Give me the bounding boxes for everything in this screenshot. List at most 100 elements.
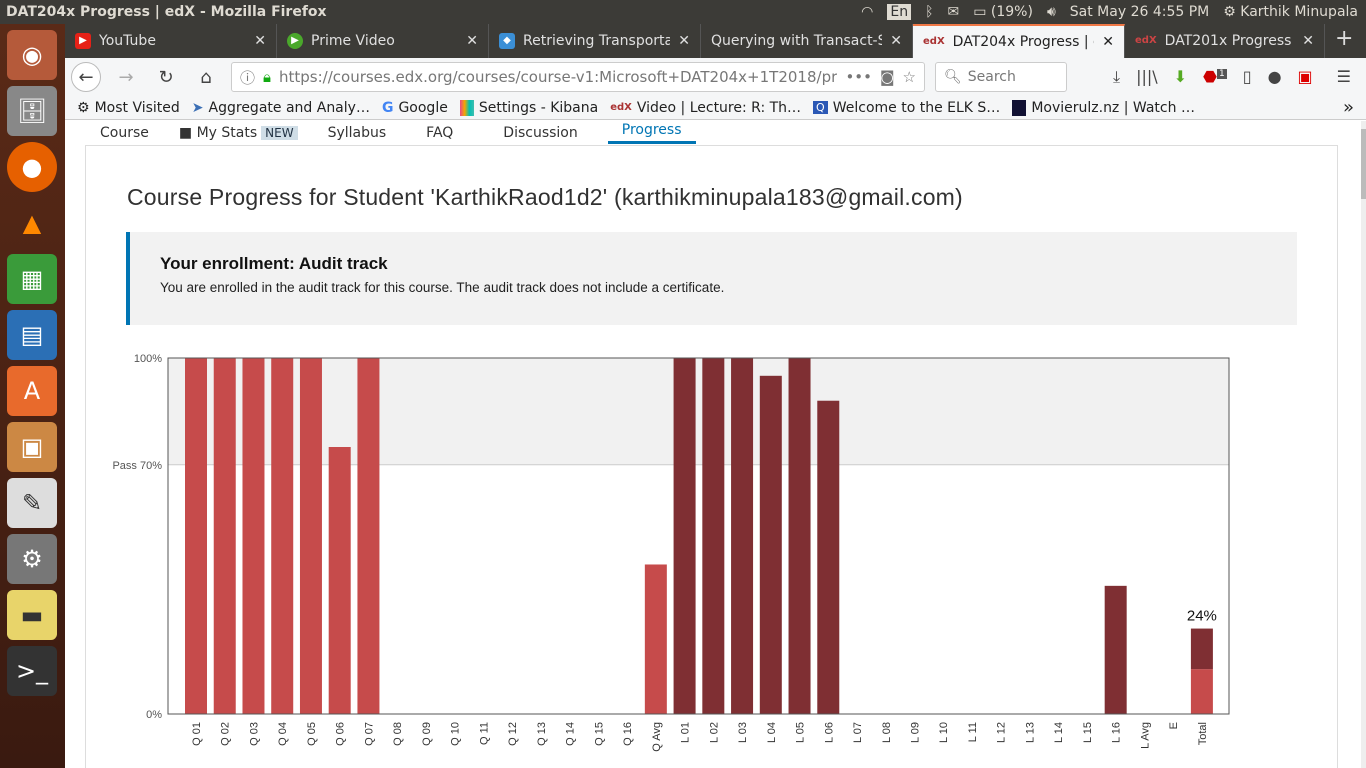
tab-dat204x[interactable]: edX DAT204x Progress | ed ✕	[913, 24, 1125, 58]
library-icon[interactable]: |||\	[1136, 67, 1158, 87]
x-tick-label: Q 09	[421, 722, 433, 746]
info-icon[interactable]: ⓘ	[240, 67, 255, 88]
bar	[817, 400, 840, 714]
url-text[interactable]: https://courses.edx.org/courses/course-v…	[279, 68, 837, 86]
bookmark-video-lecture[interactable]: edX Video | Lecture: R: Th…	[610, 100, 801, 116]
notes-icon[interactable]: ▬	[7, 590, 57, 640]
mail-icon[interactable]: ✉	[947, 4, 959, 20]
nav-my-stats[interactable]: ■ My Stats NEW	[179, 125, 298, 142]
bar	[213, 358, 236, 714]
download-icon[interactable]: ⤓	[1113, 67, 1120, 87]
x-tick-label: Q 07	[363, 722, 375, 746]
files-icon[interactable]: 🗄︎	[7, 86, 57, 136]
text-editor-icon[interactable]: ✎	[7, 478, 57, 528]
tab-label: YouTube	[99, 33, 156, 49]
close-tab-icon[interactable]: ✕	[678, 33, 690, 49]
forward-button[interactable]: →	[111, 62, 141, 92]
close-tab-icon[interactable]: ✕	[1102, 34, 1114, 50]
tab-prime-video[interactable]: ▶ Prime Video ✕	[277, 24, 489, 58]
close-tab-icon[interactable]: ✕	[890, 33, 902, 49]
google-icon: G	[381, 99, 394, 116]
x-tick-label: Q 08	[392, 722, 404, 746]
bookmark-label: Aggregate and Analy…	[208, 99, 370, 116]
firefox-icon[interactable]: ●	[7, 142, 57, 192]
x-tick-label: L Avg	[1139, 722, 1151, 749]
grade-chart: 0% Pass 70% 100% Q 01 Q 02 Q 03 Q 04 Q 05 Q 06 Q …	[112, 353, 1230, 752]
x-tick-label: Q 14	[565, 722, 577, 746]
page-actions-icon[interactable]: •••	[845, 68, 872, 86]
bookmark-elk[interactable]: Q Welcome to the ELK S…	[813, 100, 1000, 116]
impress-icon[interactable]: ▤	[7, 310, 57, 360]
scrollbar[interactable]	[1361, 121, 1366, 768]
nav-discussion[interactable]: Discussion	[503, 125, 577, 142]
terminal-icon[interactable]: >_	[7, 646, 57, 696]
url-bar[interactable]: ⓘ 🔒︎ https://courses.edx.org/courses/cou…	[231, 62, 925, 92]
volume-icon[interactable]: 🔊︎	[1047, 4, 1056, 20]
bookmark-google[interactable]: G Google	[382, 100, 448, 116]
nav-label: My Stats	[196, 124, 258, 141]
nav-course[interactable]: Course	[100, 125, 149, 142]
settings-icon[interactable]: ⚙	[7, 534, 57, 584]
bookmark-aggregate[interactable]: ➤ Aggregate and Analy…	[192, 100, 370, 116]
close-tab-icon[interactable]: ✕	[254, 33, 266, 49]
bar	[1104, 585, 1127, 714]
x-tick-label: L 13	[1024, 722, 1036, 743]
close-tab-icon[interactable]: ✕	[466, 33, 478, 49]
search-placeholder: Search	[967, 69, 1016, 85]
ubuntu-dash-icon[interactable]: ◉	[7, 30, 57, 80]
bar	[702, 358, 725, 714]
new-tab-button[interactable]: +	[1325, 24, 1363, 58]
reload-button[interactable]: ↻	[151, 62, 181, 92]
edx-icon: edX	[1135, 35, 1157, 46]
x-tick-label: Q 13	[536, 722, 548, 746]
software-center-icon[interactable]: A	[7, 366, 57, 416]
close-tab-icon[interactable]: ✕	[1302, 33, 1314, 49]
x-tick-label: L 09	[910, 722, 922, 743]
bookmark-most-visited[interactable]: ⚙ Most Visited	[77, 100, 180, 116]
bar	[731, 358, 754, 714]
home-button[interactable]: ⌂	[191, 62, 221, 92]
download-helper-icon[interactable]: ⬇	[1174, 67, 1187, 87]
nav-faq[interactable]: FAQ	[426, 125, 453, 142]
search-box[interactable]: 🔍︎ Search	[935, 62, 1067, 92]
pocket-icon[interactable]: ◙	[880, 68, 895, 86]
bar	[328, 447, 351, 714]
total-label: 24%	[1187, 608, 1217, 625]
back-button[interactable]: ←	[71, 62, 101, 92]
bookmark-label: Video | Lecture: R: Th…	[636, 99, 802, 116]
tab-youtube[interactable]: ▶ YouTube ✕	[65, 24, 277, 58]
keyboard-language[interactable]: En	[887, 4, 912, 20]
scrollbar-thumb[interactable]	[1361, 129, 1366, 199]
x-tick-label: E	[1168, 722, 1180, 729]
tab-dat201x[interactable]: edX DAT201x Progress | ed ✕	[1125, 24, 1325, 58]
edx-icon: edX	[610, 102, 632, 113]
vlc-icon[interactable]: ▲	[7, 198, 57, 248]
screenshot-icon[interactable]: ▣	[1298, 67, 1313, 87]
y-tick-label: 0%	[146, 709, 162, 721]
battery-indicator[interactable]: ▭ (19%)	[973, 4, 1033, 20]
x-tick-label: L 07	[852, 722, 864, 743]
nav-syllabus[interactable]: Syllabus	[328, 125, 387, 142]
session-menu[interactable]: ⚙ Karthik Minupala	[1223, 4, 1358, 20]
sidebar-icon[interactable]: ▯	[1243, 67, 1252, 87]
bookmark-star-icon[interactable]: ☆	[903, 68, 916, 86]
extension-icon[interactable]: ●	[1268, 67, 1282, 87]
bookmark-kibana[interactable]: Settings - Kibana	[459, 99, 598, 116]
adblock-icon[interactable]: ⬣ 1	[1203, 67, 1227, 87]
wifi-icon[interactable]: ◠	[861, 4, 873, 20]
tab-retrieving[interactable]: ◆ Retrieving Transportat ✕	[489, 24, 701, 58]
bookmark-label: Movierulz.nz | Watch …	[1031, 99, 1195, 116]
calc-icon[interactable]: ▦	[7, 254, 57, 304]
nav-progress[interactable]: Progress	[607, 122, 696, 144]
bookmark-movierulz[interactable]: Movierulz.nz | Watch …	[1012, 99, 1195, 116]
new-badge: NEW	[261, 125, 298, 140]
clock[interactable]: Sat May 26 4:55 PM	[1070, 4, 1209, 20]
x-tick-label: Q 15	[593, 722, 605, 746]
system-top-bar: DAT204x Progress | edX - Mozilla Firefox…	[0, 0, 1366, 24]
more-bookmarks-icon[interactable]: »	[1343, 97, 1354, 118]
menu-icon[interactable]: ☰	[1337, 67, 1351, 87]
tab-querying[interactable]: Querying with Transact-S ✕	[701, 24, 913, 58]
presentation-icon[interactable]: ▣	[7, 422, 57, 472]
shield-icon: ◆	[499, 33, 515, 49]
bluetooth-icon[interactable]: ᛒ	[925, 4, 933, 20]
